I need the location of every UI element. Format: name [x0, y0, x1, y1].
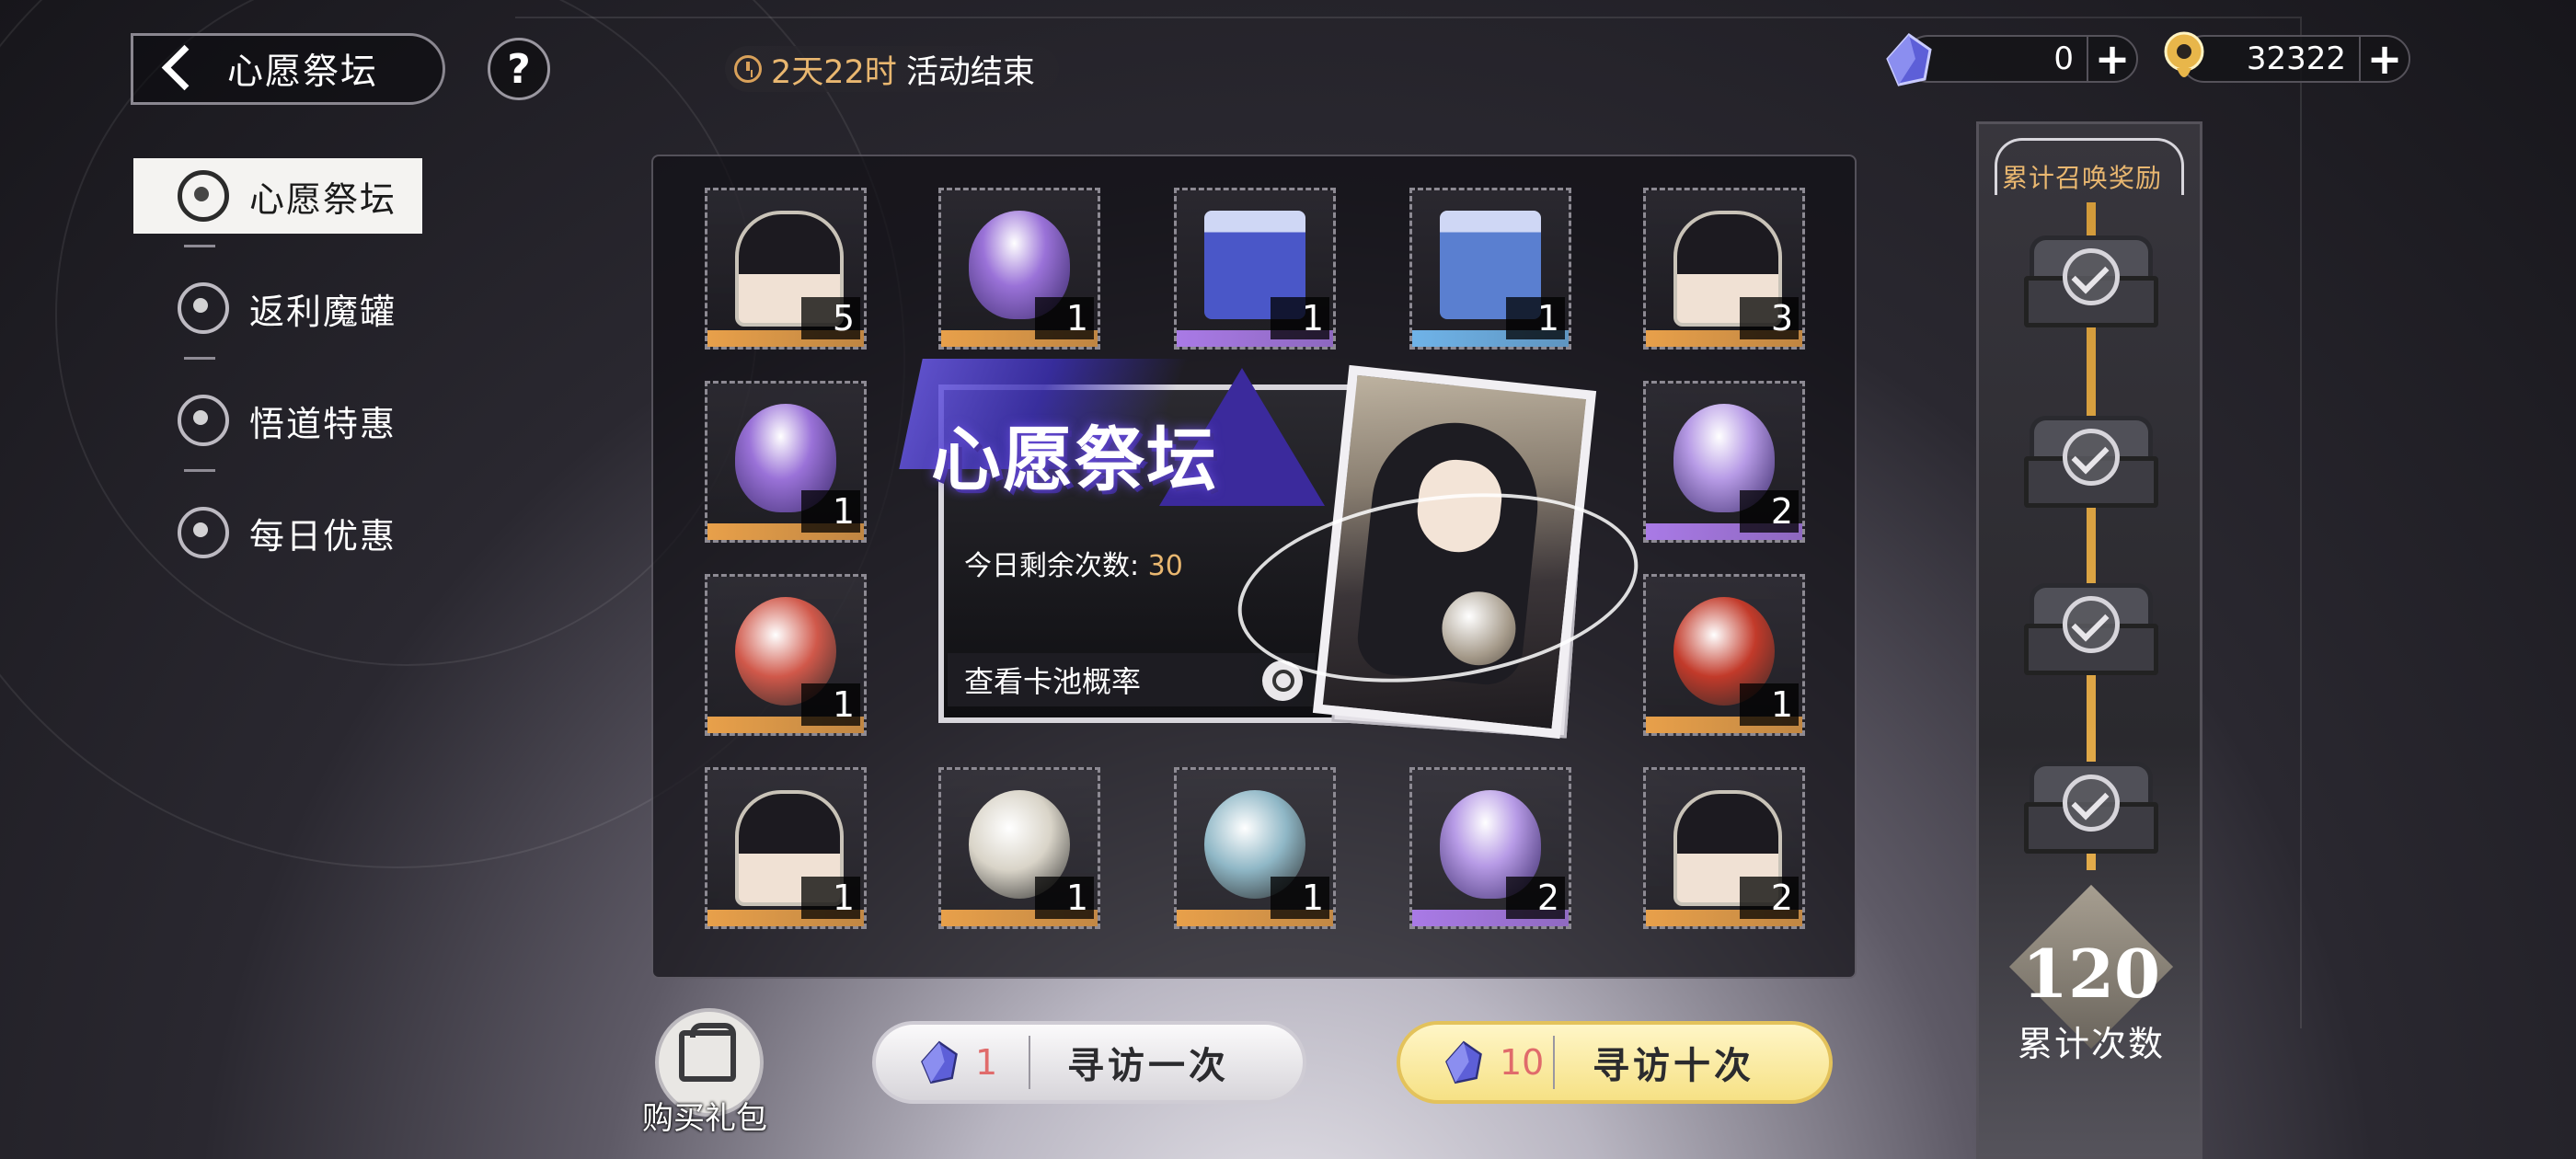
nav-item-label: 返利魔罐 [249, 291, 397, 332]
nav-item-wish-altar[interactable]: 心愿祭坛 [133, 158, 422, 234]
help-button[interactable]: ? [488, 38, 550, 100]
reward-slot-character-card[interactable]: 5 [705, 188, 867, 350]
item-quantity: 5 [801, 297, 860, 339]
promo-title: 心愿祭坛 [931, 419, 1218, 500]
nav-item-rebate-jar[interactable]: 返利魔罐 [133, 270, 422, 346]
reward-chest-claimed[interactable] [2024, 228, 2158, 337]
draw-ten-label: 寻访十次 [1593, 1045, 1754, 1087]
back-button[interactable]: 心愿祭坛 [131, 33, 445, 105]
reward-slot-purple-egg[interactable]: 1 [705, 381, 867, 543]
check-icon [2063, 775, 2120, 832]
reward-slot-purple-egg[interactable]: 1 [938, 188, 1100, 350]
draw-once-label: 寻访一次 [1067, 1045, 1229, 1087]
remaining-draws: 今日剩余次数: 30 [964, 543, 1183, 583]
currency-value: 32322 [2246, 40, 2346, 77]
jar-icon [178, 282, 229, 334]
gold-coin-icon [2164, 31, 2204, 77]
item-quantity: 1 [1035, 877, 1094, 919]
timer-suffix: 活动结束 [905, 53, 1035, 91]
reward-slot-fire-stone[interactable]: 1 [705, 574, 867, 736]
reward-chest-claimed[interactable] [2024, 576, 2158, 684]
item-quantity: 2 [1740, 490, 1799, 533]
event-timer: 2天22时 活动结束 [725, 46, 1059, 92]
reward-slot-character-card[interactable]: 3 [1643, 188, 1805, 350]
view-pool-rate-button[interactable]: 查看卡池概率 [948, 653, 1316, 706]
add-crystal-button[interactable]: + [2087, 34, 2136, 84]
currency-gold: 32322 + [2180, 34, 2410, 84]
draw-ten-cost: 10 [1500, 1042, 1545, 1083]
item-quantity: 1 [801, 490, 860, 533]
buy-gift-pack-label: 购买礼包 [642, 1100, 767, 1137]
item-quantity: 2 [1740, 877, 1799, 919]
button-divider [1553, 1036, 1555, 1089]
cumulative-reward-title: 累计召唤奖励 [2002, 163, 2163, 193]
crystal-icon [921, 1040, 958, 1084]
altar-icon [178, 170, 229, 222]
background-line [2300, 17, 2302, 1028]
reward-slot-character-card[interactable]: 1 [705, 767, 867, 929]
crystal-icon [1445, 1040, 1482, 1084]
draw-once-button[interactable]: 1 寻访一次 [872, 1021, 1306, 1104]
cumulative-count-value: 120 [2021, 935, 2161, 1013]
currency-value: 0 [2053, 40, 2074, 77]
draw-once-cost: 1 [975, 1042, 998, 1083]
reward-slot-jade-key[interactable]: 1 [1174, 767, 1336, 929]
nav-divider [184, 469, 215, 472]
clock-icon [734, 55, 762, 83]
remaining-value: 30 [1147, 550, 1183, 582]
page-title: 心愿祭坛 [227, 52, 379, 93]
flame-icon [178, 395, 229, 446]
reward-slot-blue-book[interactable]: 1 [1174, 188, 1336, 350]
swirl-icon [178, 507, 229, 558]
add-gold-button[interactable]: + [2359, 34, 2409, 84]
reward-slot-winged-egg[interactable]: 2 [1409, 767, 1571, 929]
nav-item-enlightenment-deal[interactable]: 悟道特惠 [133, 383, 422, 458]
remaining-label: 今日剩余次数: [964, 550, 1140, 582]
timer-remaining: 2天22时 [771, 53, 897, 91]
item-quantity: 1 [1506, 297, 1565, 339]
reward-slot-cloud-relic[interactable]: 1 [938, 767, 1100, 929]
nav-divider [184, 357, 215, 360]
reward-chest-claimed[interactable] [2024, 754, 2158, 863]
reward-slot-winged-egg[interactable]: 2 [1643, 381, 1805, 543]
item-quantity: 1 [1271, 877, 1329, 919]
check-icon [2063, 596, 2120, 653]
view-pool-rate-label: 查看卡池概率 [964, 664, 1142, 699]
item-quantity: 2 [1506, 877, 1565, 919]
nav-item-label: 悟道特惠 [249, 403, 397, 444]
check-icon [2063, 248, 2120, 305]
nav-item-label: 每日优惠 [249, 515, 397, 557]
nav-item-daily-deal[interactable]: 每日优惠 [133, 495, 422, 570]
reward-chest-claimed[interactable] [2024, 408, 2158, 517]
background-line [515, 17, 2300, 18]
item-quantity: 1 [1271, 297, 1329, 339]
nav-divider [184, 245, 215, 247]
button-divider [1029, 1036, 1030, 1089]
cumulative-count-label: 累计次数 [2017, 1024, 2165, 1064]
reward-slot-red-orb[interactable]: 1 [1643, 574, 1805, 736]
draw-ten-button[interactable]: 10 寻访十次 [1397, 1021, 1833, 1104]
reward-slot-character-card[interactable]: 2 [1643, 767, 1805, 929]
item-quantity: 3 [1740, 297, 1799, 339]
item-quantity: 1 [801, 877, 860, 919]
reward-slot-gift-box[interactable]: 1 [1409, 188, 1571, 350]
crystal-icon [1886, 33, 1932, 86]
nav-item-label: 心愿祭坛 [249, 178, 397, 220]
item-quantity: 1 [1740, 683, 1799, 726]
item-quantity: 1 [1035, 297, 1094, 339]
check-icon [2063, 429, 2120, 486]
item-quantity: 1 [801, 683, 860, 726]
gift-chest-icon [679, 1023, 736, 1082]
currency-crystal: 0 + [1904, 34, 2138, 84]
back-arrow-icon [152, 40, 209, 98]
